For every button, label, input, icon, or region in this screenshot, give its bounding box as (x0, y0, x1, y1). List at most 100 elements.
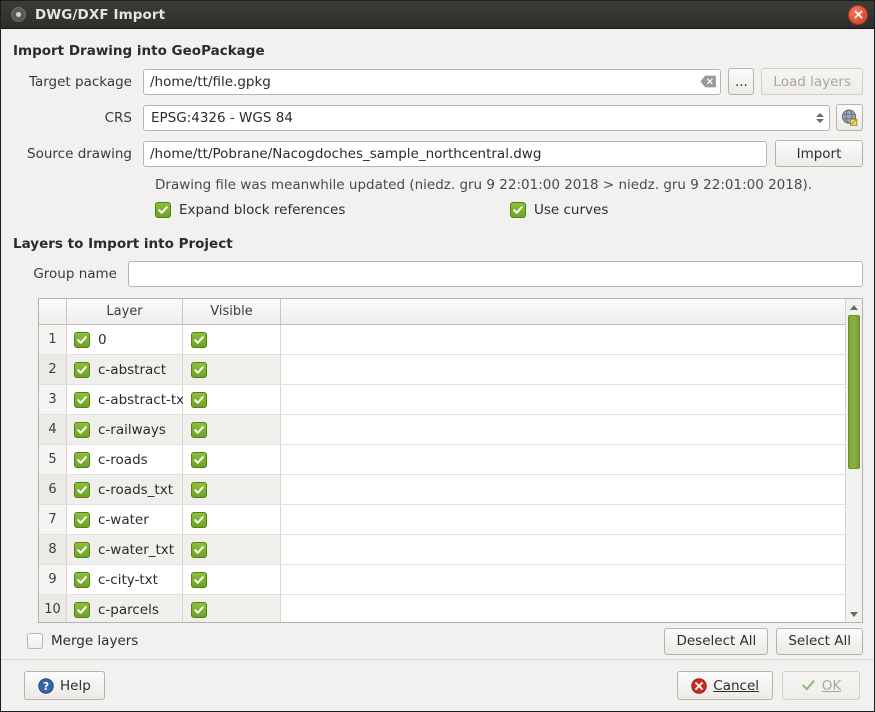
layer-name: c-city-txt (98, 572, 158, 588)
merge-layers-checkbox[interactable]: Merge layers (27, 633, 138, 649)
layer-select-checkbox[interactable] (74, 362, 90, 378)
chevron-updown-icon[interactable] (813, 112, 826, 124)
layer-name: c-roads (98, 452, 148, 468)
visible-cell[interactable] (183, 565, 281, 594)
column-header-index[interactable] (39, 299, 67, 324)
layer-select-checkbox[interactable] (74, 422, 90, 438)
layer-select-checkbox[interactable] (74, 452, 90, 468)
layer-cell[interactable]: c-parcels (67, 595, 183, 622)
group-name-label: Group name (12, 266, 128, 282)
layer-visible-checkbox[interactable] (191, 362, 207, 378)
layer-cell[interactable]: c-city-txt (67, 565, 183, 594)
scrollbar-track[interactable] (846, 315, 862, 606)
column-header-filler (281, 299, 845, 324)
target-package-input[interactable]: /home/tt/file.gpkg (143, 69, 721, 95)
table-row[interactable]: 6c-roads_txt (39, 475, 845, 505)
table-row[interactable]: 3c-abstract-txt (39, 385, 845, 415)
layer-cell[interactable]: c-abstract (67, 355, 183, 384)
visible-cell[interactable] (183, 415, 281, 444)
table-row[interactable]: 9c-city-txt (39, 565, 845, 595)
layer-select-checkbox[interactable] (74, 512, 90, 528)
table-row[interactable]: 7c-water (39, 505, 845, 535)
clear-text-icon[interactable] (699, 74, 716, 89)
globe-crs-icon[interactable] (836, 104, 863, 131)
browse-target-package-button[interactable]: ... (728, 68, 754, 95)
layer-visible-checkbox[interactable] (191, 392, 207, 408)
layer-visible-checkbox[interactable] (191, 542, 207, 558)
load-layers-button[interactable]: Load layers (761, 68, 863, 95)
visible-cell[interactable] (183, 385, 281, 414)
layer-cell[interactable]: 0 (67, 325, 183, 354)
layer-select-checkbox[interactable] (74, 602, 90, 618)
scroll-up-icon[interactable] (846, 299, 862, 315)
select-all-button[interactable]: Select All (776, 628, 863, 655)
column-header-visible[interactable]: Visible (183, 299, 281, 324)
status-message: Drawing file was meanwhile updated (nied… (155, 177, 863, 193)
table-row[interactable]: 2c-abstract (39, 355, 845, 385)
layer-cell[interactable]: c-water (67, 505, 183, 534)
target-package-value: /home/tt/file.gpkg (150, 74, 699, 90)
source-drawing-label: Source drawing (12, 146, 143, 162)
layer-visible-checkbox[interactable] (191, 572, 207, 588)
row-filler (281, 355, 845, 384)
use-curves-checkbox[interactable]: Use curves (510, 202, 608, 218)
layer-select-checkbox[interactable] (74, 542, 90, 558)
layer-name: c-water (98, 512, 149, 528)
target-package-row: Target package /home/tt/file.gpkg ... Lo… (12, 68, 863, 95)
layer-select-checkbox[interactable] (74, 392, 90, 408)
cancel-button[interactable]: Cancel (677, 671, 773, 700)
visible-cell[interactable] (183, 445, 281, 474)
table-row[interactable]: 8c-water_txt (39, 535, 845, 565)
ok-button[interactable]: OK (782, 671, 860, 700)
layer-visible-checkbox[interactable] (191, 512, 207, 528)
table-row[interactable]: 10 (39, 325, 845, 355)
layer-cell[interactable]: c-roads_txt (67, 475, 183, 504)
close-icon[interactable] (848, 5, 868, 25)
group-name-input[interactable] (128, 261, 863, 287)
help-button[interactable]: ? Help (24, 671, 105, 700)
visible-cell[interactable] (183, 535, 281, 564)
visible-cell[interactable] (183, 355, 281, 384)
layer-select-checkbox[interactable] (74, 482, 90, 498)
source-drawing-input[interactable]: /home/tt/Pobrane/Nacogdoches_sample_nort… (143, 141, 767, 167)
layers-table-body: 102c-abstract3c-abstract-txt4c-railways5… (39, 325, 845, 622)
table-row[interactable]: 5c-roads (39, 445, 845, 475)
import-button[interactable]: Import (775, 140, 863, 167)
layer-visible-checkbox[interactable] (191, 332, 207, 348)
ok-label: OK (822, 678, 841, 694)
visible-cell[interactable] (183, 595, 281, 622)
layers-table-scrollbar[interactable] (845, 299, 862, 622)
layer-cell[interactable]: c-abstract-txt (67, 385, 183, 414)
row-index: 8 (39, 535, 67, 564)
column-header-layer[interactable]: Layer (67, 299, 183, 324)
visible-cell[interactable] (183, 325, 281, 354)
table-row[interactable]: 10c-parcels (39, 595, 845, 622)
checkbox-checked-icon (510, 202, 526, 218)
row-filler (281, 475, 845, 504)
crs-select[interactable]: EPSG:4326 - WGS 84 (143, 105, 830, 131)
expand-block-references-checkbox[interactable]: Expand block references (155, 202, 510, 218)
layer-visible-checkbox[interactable] (191, 602, 207, 618)
layer-visible-checkbox[interactable] (191, 422, 207, 438)
layer-select-checkbox[interactable] (74, 572, 90, 588)
row-index: 10 (39, 595, 67, 622)
visible-cell[interactable] (183, 475, 281, 504)
layer-cell[interactable]: c-water_txt (67, 535, 183, 564)
visible-cell[interactable] (183, 505, 281, 534)
layer-cell[interactable]: c-roads (67, 445, 183, 474)
layer-visible-checkbox[interactable] (191, 482, 207, 498)
layer-cell[interactable]: c-railways (67, 415, 183, 444)
crs-label: CRS (12, 110, 143, 126)
scrollbar-thumb[interactable] (848, 315, 860, 469)
deselect-all-button[interactable]: Deselect All (664, 628, 768, 655)
dialog-body: Import Drawing into GeoPackage Target pa… (1, 29, 874, 623)
layer-select-checkbox[interactable] (74, 332, 90, 348)
layer-visible-checkbox[interactable] (191, 452, 207, 468)
row-filler (281, 385, 845, 414)
scroll-down-icon[interactable] (846, 606, 862, 622)
table-row[interactable]: 4c-railways (39, 415, 845, 445)
expand-block-references-label: Expand block references (179, 202, 345, 218)
window-title: DWG/DXF Import (35, 7, 848, 23)
ok-check-icon (801, 678, 816, 693)
target-package-label: Target package (12, 74, 143, 90)
